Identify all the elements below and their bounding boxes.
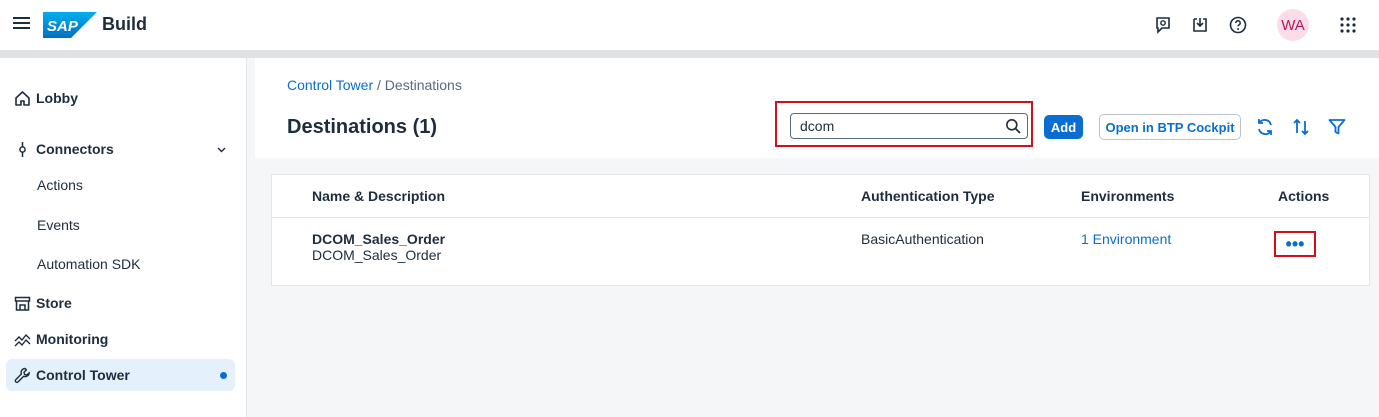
environments-link[interactable]: 1 Environment: [1081, 231, 1171, 247]
column-header-environments: Environments: [1081, 188, 1175, 204]
authentication-type: BasicAuthentication: [861, 231, 984, 247]
sidebar-item-store[interactable]: Store: [6, 287, 235, 319]
table-row[interactable]: DCOM_Sales_Order DCOM_Sales_Order BasicA…: [272, 218, 1369, 286]
filter-icon[interactable]: [1327, 117, 1347, 137]
sidebar-item-label: Control Tower: [36, 367, 130, 383]
shell-bar: SAP Build WA: [0, 0, 1379, 50]
sidebar-item-actions[interactable]: Actions: [6, 170, 235, 200]
sidebar-item-connectors[interactable]: Connectors: [6, 133, 235, 165]
active-indicator: [220, 372, 227, 379]
monitoring-icon: [14, 333, 31, 347]
more-options-icon: •••: [1285, 234, 1305, 254]
main-content: Control Tower / Destinations Destination…: [255, 58, 1379, 417]
wrench-icon: [14, 367, 30, 384]
open-btp-cockpit-button[interactable]: Open in BTP Cockpit: [1099, 114, 1241, 140]
table-header: Name & Description Authentication Type E…: [272, 175, 1369, 218]
sidebar-item-label: Lobby: [36, 90, 78, 106]
help-icon[interactable]: [1228, 15, 1248, 35]
sidebar-item-label: Monitoring: [36, 331, 109, 347]
user-avatar[interactable]: WA: [1277, 9, 1309, 41]
sidebar-item-label: Automation SDK: [37, 256, 141, 272]
sap-logo[interactable]: SAP: [43, 12, 97, 38]
search-input[interactable]: [800, 118, 1000, 134]
breadcrumb: Control Tower / Destinations: [287, 77, 462, 93]
store-icon: [14, 296, 31, 311]
page-title: Destinations (1): [287, 116, 438, 138]
sidebar-item-control-tower[interactable]: Control Tower: [6, 359, 235, 391]
home-icon: [15, 91, 30, 106]
product-name: Build: [102, 14, 147, 34]
grid-menu-icon[interactable]: [1338, 15, 1358, 35]
sidebar-item-label: Actions: [37, 177, 83, 193]
page-header: Control Tower / Destinations Destination…: [255, 58, 1379, 158]
column-header-authentication: Authentication Type: [861, 188, 995, 204]
sidebar-item-label: Events: [37, 217, 80, 233]
sidebar-item-automation-sdk[interactable]: Automation SDK: [6, 249, 235, 279]
sidebar-item-monitoring[interactable]: Monitoring: [6, 323, 235, 355]
destination-name: DCOM_Sales_Order: [312, 231, 446, 247]
inbox-download-icon[interactable]: [1190, 15, 1210, 35]
hamburger-menu-icon[interactable]: [12, 14, 32, 34]
sidebar-item-label: Connectors: [36, 141, 114, 157]
breadcrumb-current: Destinations: [384, 77, 462, 93]
search-field[interactable]: [790, 113, 1028, 139]
sidebar-item-events[interactable]: Events: [6, 210, 235, 240]
chevron-down-icon[interactable]: [216, 144, 227, 155]
connector-icon: [19, 142, 26, 157]
breadcrumb-separator: /: [377, 77, 381, 93]
destination-description: DCOM_Sales_Order: [312, 247, 442, 263]
sidebar-item-label: Store: [36, 295, 72, 311]
sidebar-item-lobby[interactable]: Lobby: [6, 82, 235, 114]
search-icon[interactable]: [1005, 118, 1021, 134]
sort-icon[interactable]: [1291, 117, 1311, 137]
column-header-name: Name & Description: [312, 188, 446, 204]
svg-text:SAP: SAP: [47, 18, 79, 35]
add-button[interactable]: Add: [1044, 115, 1083, 139]
refresh-icon[interactable]: [1255, 117, 1275, 137]
row-actions-button[interactable]: •••: [1274, 231, 1316, 257]
breadcrumb-link-control-tower[interactable]: Control Tower: [287, 77, 373, 93]
side-navigation: Lobby Connectors Actions Events Automati…: [0, 58, 247, 417]
column-header-actions: Actions: [1278, 188, 1330, 204]
shell-divider: [0, 50, 1379, 58]
destinations-table: Name & Description Authentication Type E…: [271, 174, 1370, 286]
feedback-icon[interactable]: [1153, 15, 1173, 35]
